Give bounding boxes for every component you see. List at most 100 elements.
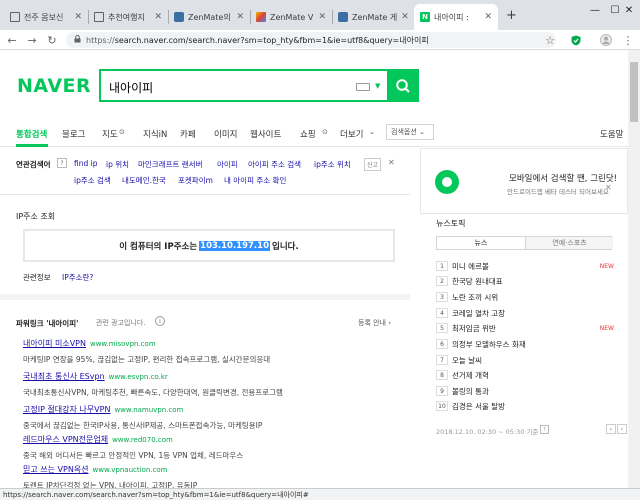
zenmate-extension-icon[interactable] xyxy=(568,32,584,48)
back-arrow-icon[interactable]: ← xyxy=(4,32,20,48)
ad-item: 레드마우스 VPN전문업체 www.red070.com 중국 해외 어디서든 빠… xyxy=(23,434,403,461)
naver-logo[interactable]: NAVER xyxy=(17,75,91,97)
close-icon[interactable]: ✕ xyxy=(154,12,162,22)
news-item[interactable]: 7 오늘 날씨 xyxy=(436,353,614,367)
news-item[interactable]: 4 코레일 열차 고장 xyxy=(436,306,614,320)
bookmark-star-icon[interactable]: ☆ xyxy=(542,32,558,48)
news-item[interactable]: 9 볼링의 통과 xyxy=(436,384,614,398)
tab-website[interactable]: 웹사이트 xyxy=(250,128,281,140)
search-input[interactable]: 내아이피 ▼ xyxy=(99,69,389,102)
related-link[interactable]: 내 아이피 주소 확인 xyxy=(224,175,286,186)
related-label: 연관검색어 xyxy=(16,160,51,169)
tab-more[interactable]: 더보기 xyxy=(340,128,363,140)
help-link[interactable]: 도움말 xyxy=(600,128,623,140)
browser-tab[interactable]: 추천여행지 ✕ xyxy=(88,4,168,30)
close-icon[interactable]: ✕ xyxy=(388,158,395,167)
browser-tab[interactable]: 전주 몸보신 ✕ xyxy=(4,4,88,30)
search-options-button[interactable]: 검색옵션 ⌄ xyxy=(386,124,434,140)
tab-map[interactable]: 지도 xyxy=(102,128,118,140)
url-bar[interactable]: https:// search.naver.com/search.naver?s… xyxy=(66,32,556,48)
greendot-icon xyxy=(435,170,459,194)
chevron-left-icon[interactable]: ‹ xyxy=(606,424,616,434)
ip-address-value[interactable]: 103.10.197.10 xyxy=(199,240,270,251)
close-icon[interactable]: ✕ xyxy=(236,12,244,22)
menu-kebab-icon[interactable]: ⋮ xyxy=(620,32,636,48)
news-item[interactable]: 8 선거제 개혁 xyxy=(436,368,614,382)
ad-url[interactable]: www.red070.com xyxy=(112,436,173,444)
chevron-down-icon: ⌄ xyxy=(369,128,375,136)
tab-kin[interactable]: 지식iN xyxy=(143,128,167,140)
ad-title-link[interactable]: 고정IP 절대강자 나무VPN xyxy=(23,405,110,414)
help-icon[interactable]: ? xyxy=(57,158,67,168)
tab-news[interactable]: 뉴스 xyxy=(437,237,525,249)
window-close-button[interactable]: ✕ xyxy=(618,0,640,20)
ad-url[interactable]: www.vpnauction.com xyxy=(93,466,168,474)
zenmate-icon xyxy=(174,12,184,22)
related-link[interactable]: 마인크래프트 랜서버 xyxy=(138,159,202,170)
news-item[interactable]: 5 최저임금 위반 NEW xyxy=(436,321,614,335)
related-link[interactable]: 내도메인.한국 xyxy=(122,175,166,186)
news-item[interactable]: 2 한국당 원내대표 xyxy=(436,274,614,288)
help-icon[interactable]: ? xyxy=(540,425,549,434)
ad-url[interactable]: www.esvpn.co.kr xyxy=(109,373,168,381)
related-link[interactable]: find ip xyxy=(74,159,97,168)
related-link[interactable]: 아이피 주소 검색 xyxy=(248,159,301,170)
report-button[interactable]: 신고 xyxy=(364,158,382,171)
profile-avatar-icon[interactable] xyxy=(598,32,614,48)
news-item[interactable]: 10 김경은 서울 탈방 xyxy=(436,399,614,413)
ip-prefix: 이 컴퓨터의 IP주소는 xyxy=(119,241,198,252)
related-link[interactable]: ip주소 위치 xyxy=(314,159,351,170)
news-item[interactable]: 3 노란 조끼 시위 xyxy=(436,290,614,304)
search-button[interactable] xyxy=(387,69,419,102)
url-scheme: https:// xyxy=(86,35,115,45)
ad-url[interactable]: www.misovpn.com xyxy=(90,340,156,348)
related-info-label: 관련정보 xyxy=(23,273,51,282)
browser-tab[interactable]: ZenMate V ✕ xyxy=(250,4,332,30)
related-link[interactable]: 아이피 xyxy=(217,159,238,170)
ad-url[interactable]: www.namuvpn.com xyxy=(114,406,183,414)
news-item[interactable]: 1 미니 에르볼 NEW xyxy=(436,259,614,273)
news-topic-title: 뉴스토픽 xyxy=(436,219,466,228)
tab-entertainment-sports[interactable]: 연예·스포츠 xyxy=(525,237,613,249)
autocomplete-toggle-icon[interactable]: ▼ xyxy=(375,82,380,90)
tab-shopping[interactable]: 쇼핑 xyxy=(300,128,316,140)
greendot-promo-banner[interactable]: 모바일에서 검색할 땐, 그린닷! 안드로이드앱 베타 테스터 되어보세요 ✕ xyxy=(420,148,628,214)
browser-tab[interactable]: ZenMate의 ✕ xyxy=(168,4,250,30)
shopping-bag-icon: ⊙ xyxy=(322,128,328,136)
ad-title-link[interactable]: 레드마우스 VPN전문업체 xyxy=(23,435,108,444)
tab-integrated-search[interactable]: 통합검색 xyxy=(16,128,47,140)
ad-item: 내아이피 미소VPN www.misovpn.com 마케팅IP 연장을 95%,… xyxy=(23,338,403,365)
info-icon[interactable]: i xyxy=(155,316,165,326)
page-icon xyxy=(94,12,104,22)
scrollbar-thumb[interactable] xyxy=(630,62,638,122)
ad-title-link[interactable]: 국내최초 통신사 ESvpn xyxy=(23,372,105,381)
tab-cafe[interactable]: 카페 xyxy=(180,128,196,140)
reload-icon[interactable]: ↻ xyxy=(44,32,60,48)
ad-register-link[interactable]: 등록 안내 › xyxy=(358,318,391,328)
ad-description: 중국 해외 어디서든 빠르고 안정적인 VPN, 1등 VPN 업체, 레드마우… xyxy=(23,451,244,460)
promo-subtitle: 안드로이드앱 베타 테스터 되어보세요 xyxy=(507,188,609,196)
browser-tab[interactable]: ZenMate 게 ✕ xyxy=(332,4,414,30)
close-icon[interactable]: ✕ xyxy=(401,12,409,22)
chevron-right-icon[interactable]: › xyxy=(617,424,627,434)
related-link[interactable]: 포켓파이m xyxy=(178,175,213,186)
related-link[interactable]: ip 위치 xyxy=(106,159,129,170)
ad-title-link[interactable]: 믿고 쓰는 VPN옥션 xyxy=(23,465,89,474)
ip-info-link[interactable]: IP주소란? xyxy=(62,272,93,283)
close-icon[interactable]: ✕ xyxy=(318,12,326,22)
browser-tab-active[interactable]: N 내아이피 : ✕ xyxy=(414,4,498,30)
address-toolbar: ← → ↻ https:// search.naver.com/search.n… xyxy=(0,30,640,50)
news-item[interactable]: 6 의정부 모델하우스 화재 xyxy=(436,337,614,351)
lock-icon xyxy=(74,35,81,45)
related-link[interactable]: ip주소 검색 xyxy=(74,175,111,186)
ad-title-link[interactable]: 내아이피 미소VPN xyxy=(23,339,86,348)
keyboard-icon[interactable] xyxy=(356,83,370,91)
new-tab-button[interactable]: + xyxy=(506,8,517,23)
tab-label: ZenMate 게 xyxy=(352,12,398,22)
promo-close-icon[interactable]: ✕ xyxy=(605,183,612,192)
tab-blog[interactable]: 블로그 xyxy=(62,128,85,140)
close-icon[interactable]: ✕ xyxy=(74,12,82,22)
close-icon[interactable]: ✕ xyxy=(484,12,492,22)
forward-arrow-icon[interactable]: → xyxy=(24,32,40,48)
tab-image[interactable]: 이미지 xyxy=(214,128,237,140)
